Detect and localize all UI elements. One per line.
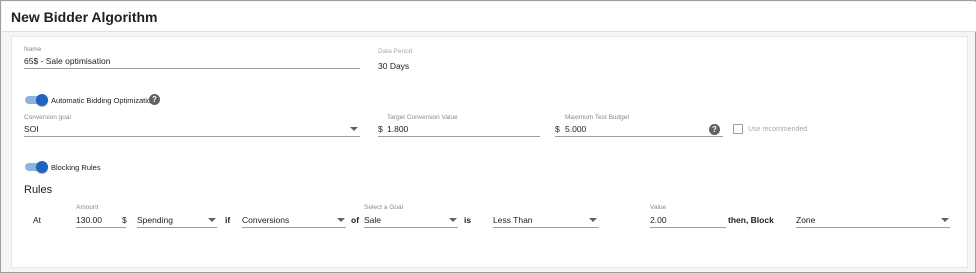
value-label: Value: [650, 204, 667, 211]
blocking-rules-label: Blocking Rules: [51, 163, 101, 172]
auto-bidding-toggle[interactable]: [24, 94, 48, 106]
goal-select[interactable]: Sale: [364, 215, 381, 225]
rule-if-text: if: [225, 215, 231, 225]
help-circle-icon[interactable]: ?: [709, 124, 720, 135]
target-conversion-currency: $: [378, 124, 383, 134]
caret-down-icon[interactable]: [941, 218, 949, 222]
goal-underline: [364, 227, 458, 228]
caret-down-icon[interactable]: [337, 218, 345, 222]
form-card: Name 65$ - Sale optimisation Data Period…: [11, 36, 968, 268]
caret-down-icon[interactable]: [589, 218, 597, 222]
event-select[interactable]: Conversions: [242, 215, 289, 225]
blocking-rules-toggle[interactable]: [24, 161, 48, 173]
window-frame: New Bidder Algorithm Name 65$ - Sale opt…: [0, 0, 976, 273]
rule-is-text: is: [464, 215, 472, 225]
event-underline: [242, 227, 346, 228]
max-budget-label: Maximum Test Budget: [565, 114, 630, 121]
help-circle-icon[interactable]: ?: [149, 94, 160, 105]
amount-input[interactable]: 130.00: [76, 215, 102, 225]
auto-bidding-label: Automatic Bidding Optimization: [51, 96, 156, 105]
conversion-goal-underline: [24, 136, 360, 137]
comparison-select[interactable]: Less Than: [493, 215, 533, 225]
rule-then-text: then, Block: [728, 215, 774, 225]
use-recommended-checkbox[interactable]: [733, 124, 743, 134]
goal-label: Select a Goal: [364, 204, 404, 211]
caret-down-icon[interactable]: [449, 218, 457, 222]
target-conversion-underline: [378, 136, 540, 137]
name-label: Name: [24, 46, 42, 53]
value-input[interactable]: 2.00: [650, 215, 667, 225]
metric-select[interactable]: Spending: [137, 215, 173, 225]
max-budget-underline: [555, 136, 723, 137]
caret-down-icon[interactable]: [208, 218, 216, 222]
amount-underline: [76, 227, 126, 228]
name-underline: [24, 68, 360, 69]
page-header: New Bidder Algorithm: [2, 2, 976, 32]
toggle-thumb: [36, 161, 48, 173]
use-recommended-label: Use recommended: [748, 126, 808, 133]
max-budget-currency: $: [555, 124, 560, 134]
rule-at-text: At: [33, 215, 42, 225]
conversion-goal-select[interactable]: SOI: [24, 124, 39, 134]
data-period-value: 30 Days: [378, 61, 410, 71]
data-period-label: Data Period: [378, 48, 413, 55]
target-conversion-input[interactable]: 1.800: [387, 124, 408, 134]
name-input[interactable]: 65$ - Sale optimisation: [24, 56, 110, 66]
metric-underline: [137, 227, 217, 228]
target-conversion-label: Target Conversion Value: [387, 114, 458, 121]
value-underline: [650, 227, 726, 228]
amount-currency: $: [122, 215, 127, 225]
conversion-goal-label: Conversion goal: [24, 114, 71, 121]
rule-of-text: of: [351, 215, 360, 225]
caret-down-icon[interactable]: [350, 127, 358, 131]
max-budget-input[interactable]: 5.000: [565, 124, 586, 134]
amount-label: Amount: [76, 204, 99, 211]
rules-title: Rules: [24, 184, 53, 196]
block-target-select[interactable]: Zone: [796, 215, 815, 225]
comparison-underline: [493, 227, 599, 228]
page-title: New Bidder Algorithm: [11, 9, 158, 25]
toggle-thumb: [36, 94, 48, 106]
block-target-underline: [796, 227, 950, 228]
